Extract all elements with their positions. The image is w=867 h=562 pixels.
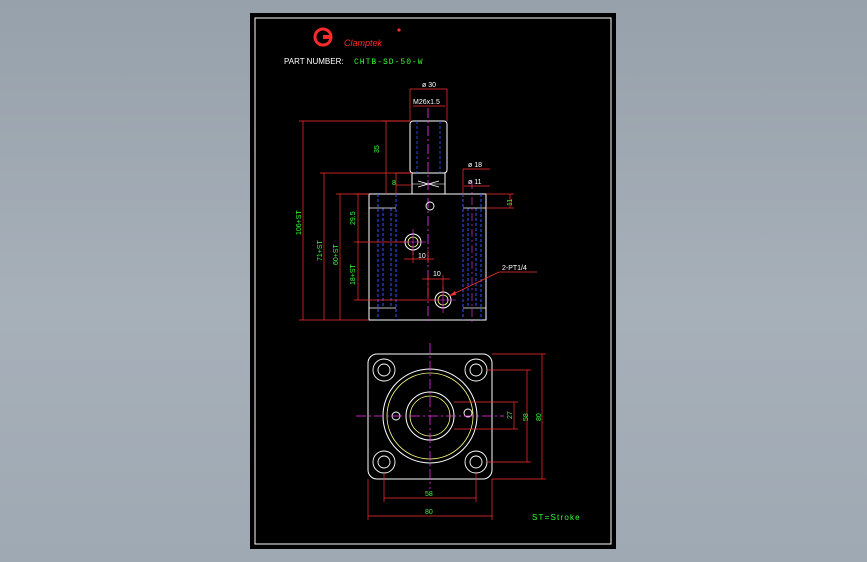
front-view: ø 30 M26x1.5 35 8 ø 18 ø 11 11 29.5 106+…: [296, 82, 537, 325]
dim-35-text: 35: [374, 145, 381, 153]
bolt-hole-tr: [464, 358, 488, 382]
plug-hole: [425, 201, 435, 211]
dim-58-horizontal-text: 58: [425, 491, 433, 498]
dim-8: [395, 172, 412, 194]
bolt-hole-br: [464, 450, 488, 474]
dim-60-st-text: 60+ST: [333, 243, 340, 265]
dim-18-st-text: 18+ST: [350, 263, 357, 285]
port-label: 2-PT1/4: [502, 265, 527, 272]
part-number-value: CHTB-SD-50-W: [354, 58, 424, 67]
drawing-sheet: Clamptek PART NUMBER: CHTB-SD-50-W ø 30 …: [250, 13, 616, 549]
dim-29-5-text: 29.5: [350, 211, 357, 225]
bolt-hole-tl: [372, 358, 396, 382]
part-number-label: PART NUMBER:: [284, 57, 344, 66]
dim-thread-text: M26x1.5: [413, 99, 440, 106]
top-view: 27 58 80 58 80: [356, 343, 546, 520]
inner-frame: [254, 17, 612, 545]
cad-drawing: Clamptek PART NUMBER: CHTB-SD-50-W ø 30 …: [254, 17, 612, 545]
dim-10-lower-text: 10: [433, 271, 441, 278]
brand-name: Clamptek: [344, 38, 383, 48]
dim-80-horizontal-text: 80: [425, 509, 433, 516]
dim-27-text: 27: [507, 411, 514, 419]
port-leader: [448, 271, 537, 297]
dim-18-st: [354, 241, 435, 301]
dim-11-text: 11: [507, 199, 514, 206]
logo-dot: [397, 28, 401, 32]
port-leader-arrow: [449, 291, 456, 296]
dim-dia18-text: ø 18: [468, 162, 482, 169]
dim-29-5: [354, 193, 405, 243]
piston-rod: [409, 120, 448, 174]
dim-dia11-text: ø 11: [468, 179, 482, 186]
brand-logo: Clamptek: [313, 27, 401, 48]
dim-71-st-text: 71+ST: [317, 239, 324, 261]
hex-nut: [411, 172, 446, 195]
cylinder-body: [368, 193, 487, 321]
dim-dia30-text: ø 30: [422, 82, 436, 89]
dim-10-upper-text: 10: [418, 253, 426, 260]
logo-bar: [323, 35, 332, 39]
stroke-legend: ST=Stroke: [532, 513, 581, 522]
dim-58-vertical-text: 58: [523, 413, 530, 421]
dim-8-text: 8: [392, 180, 396, 187]
bolt-hole-bl: [372, 450, 396, 474]
dim-106-st-text: 106+ST: [296, 210, 303, 235]
dim-80-vertical-text: 80: [536, 413, 543, 421]
